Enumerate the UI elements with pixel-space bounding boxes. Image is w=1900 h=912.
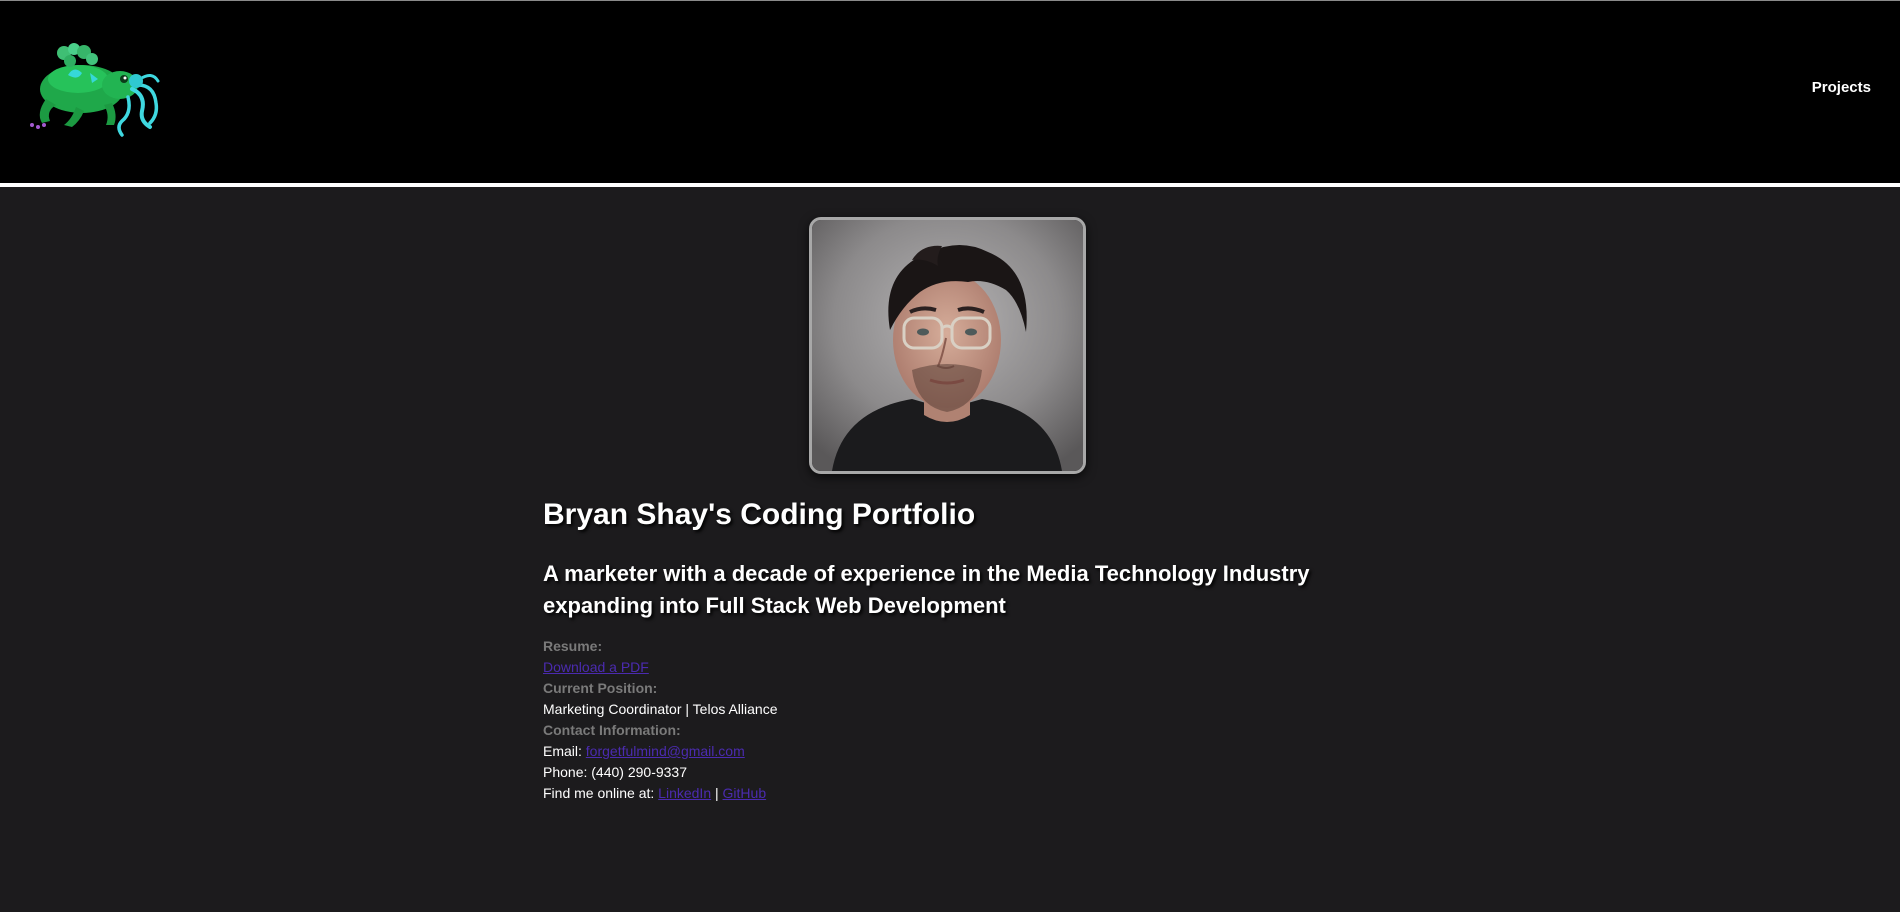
resume-label-row: Resume: — [543, 636, 1363, 657]
link-separator: | — [711, 785, 723, 801]
frog-octopus-logo[interactable] — [20, 39, 166, 141]
resume-link-row: Download a PDF — [543, 657, 1363, 678]
nav-projects-link[interactable]: Projects — [1812, 79, 1871, 96]
github-link[interactable]: GitHub — [723, 785, 767, 801]
portrait-image — [812, 220, 1083, 471]
position-value: Marketing Coordinator | Telos Alliance — [543, 701, 778, 717]
position-label-row: Current Position: — [543, 678, 1363, 699]
position-label: Current Position: — [543, 680, 658, 696]
contact-label: Contact Information: — [543, 722, 681, 738]
email-prefix: Email: — [543, 743, 586, 759]
download-pdf-link[interactable]: Download a PDF — [543, 659, 649, 675]
page-subtitle: A marketer with a decade of experience i… — [543, 561, 1310, 618]
header-divider — [0, 183, 1900, 187]
email-row: Email: forgetfulmind@gmail.com — [543, 741, 1363, 762]
profile-photo — [809, 217, 1086, 474]
phone-value: Phone: (440) 290-9337 — [543, 764, 687, 780]
online-prefix: Find me online at: — [543, 785, 659, 801]
main-content: Bryan Shay's Coding Portfolio A marketer… — [543, 496, 1363, 804]
email-link[interactable]: forgetfulmind@gmail.com — [586, 743, 745, 759]
site-header: Projects — [0, 1, 1900, 183]
contact-label-row: Contact Information: — [543, 720, 1363, 741]
resume-label: Resume: — [543, 638, 603, 654]
page-title: Bryan Shay's Coding Portfolio — [543, 498, 976, 531]
online-row: Find me online at: LinkedIn | GitHub — [543, 783, 1363, 804]
phone-row: Phone: (440) 290-9337 — [543, 762, 1363, 783]
position-value-row: Marketing Coordinator | Telos Alliance — [543, 699, 1363, 720]
linkedin-link[interactable]: LinkedIn — [658, 785, 711, 801]
